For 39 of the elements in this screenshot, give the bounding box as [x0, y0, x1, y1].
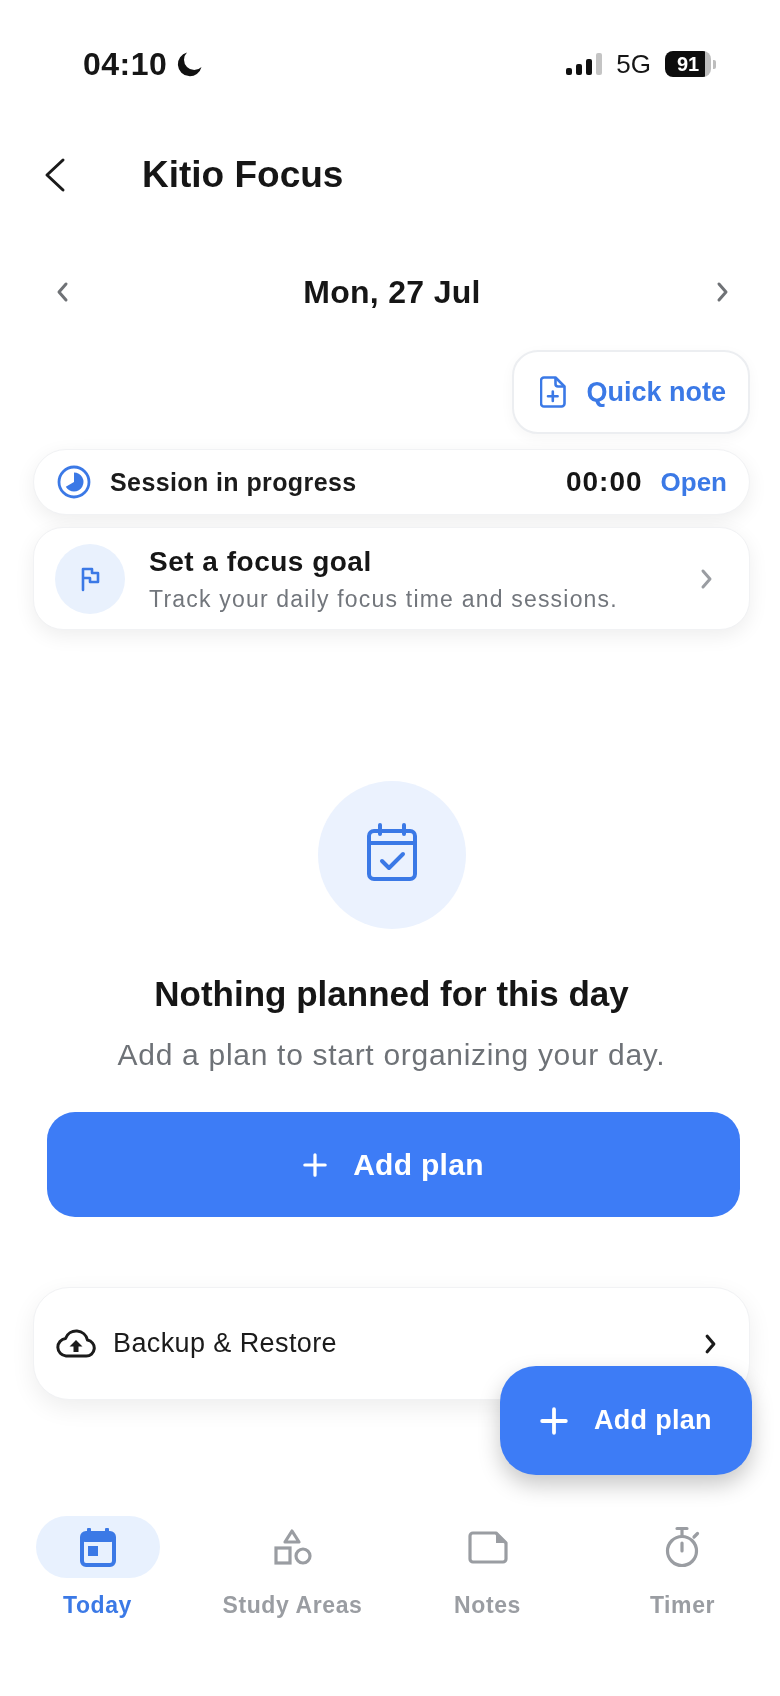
- empty-state-message: Add a plan to start organizing your day.: [117, 1039, 666, 1071]
- chevron-left-icon: [55, 281, 69, 303]
- empty-state-title: Nothing planned for this day: [154, 974, 629, 1014]
- date-label: Mon, 27 Jul: [303, 273, 481, 312]
- signal-icon: [566, 53, 603, 75]
- flag-icon: [55, 543, 125, 614]
- quick-note-button[interactable]: Quick note: [512, 350, 750, 434]
- nav-tab[interactable]: Timer: [585, 1516, 780, 1620]
- moon-icon: [176, 50, 204, 78]
- focus-goal-card[interactable]: Set a focus goal Track your daily focus time and sessions.: [33, 527, 750, 630]
- status-time: 04:10: [83, 45, 168, 83]
- shapes-icon: [273, 1528, 312, 1566]
- app-title: Kitio Focus: [142, 153, 344, 197]
- calendar-icon: [79, 1527, 116, 1567]
- nav-tab[interactable]: Notes: [390, 1516, 585, 1620]
- calendar-check-icon: [317, 781, 466, 929]
- backup-restore-item[interactable]: Backup & Restore: [33, 1287, 750, 1400]
- stopwatch-icon: [664, 1526, 701, 1568]
- progress-circle-icon: [57, 465, 91, 499]
- session-label: Session in progress: [110, 467, 358, 497]
- network-label: 5G: [616, 49, 651, 79]
- add-plan-button[interactable]: Add plan: [47, 1112, 740, 1217]
- plus-icon: [540, 1406, 568, 1435]
- cloud-upload-icon: [56, 1329, 96, 1358]
- plus-icon: [303, 1152, 328, 1177]
- file-plus-icon: [540, 376, 567, 408]
- note-icon: [467, 1530, 508, 1564]
- nav-tab[interactable]: Study Areas: [195, 1516, 390, 1620]
- goal-description: Track your daily focus time and sessions.: [149, 584, 619, 613]
- nav-tab[interactable]: Today: [0, 1516, 195, 1620]
- chevron-left-icon: [44, 157, 66, 193]
- goal-title: Set a focus goal: [149, 544, 373, 579]
- open-button[interactable]: Open: [660, 466, 727, 498]
- chevron-right-icon: [704, 1332, 717, 1355]
- add-plan-fab[interactable]: Add plan: [500, 1366, 752, 1475]
- chevron-right-icon: [700, 567, 713, 590]
- session-timer: 00:00: [565, 466, 643, 498]
- battery-indicator: 91: [665, 51, 716, 77]
- chevron-right-icon: [715, 281, 729, 303]
